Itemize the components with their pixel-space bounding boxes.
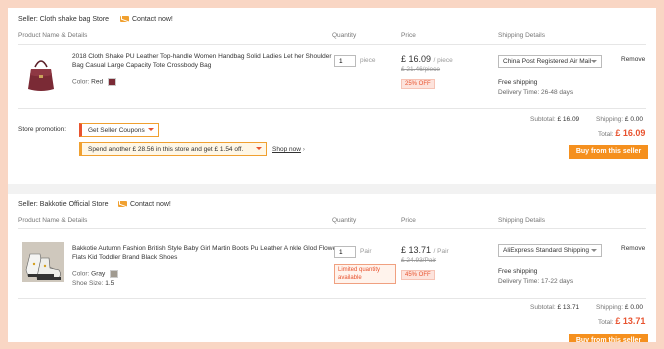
quantity-input[interactable]: [334, 246, 356, 258]
cart-frame: Seller: Cloth shake bag Store Contact no…: [8, 8, 656, 342]
shipping-cost-value: £ 0.00: [624, 116, 643, 123]
contact-now-label: Contact now!: [130, 201, 171, 208]
price-unit: / piece: [433, 57, 453, 64]
divider: [18, 298, 646, 299]
discount-badge: 45% OFF: [401, 270, 435, 280]
promotion-spend-dropdown[interactable]: Spend another £ 28.56 in this store and …: [79, 142, 267, 156]
total: Total: £ 13.71: [598, 316, 645, 326]
remove-link[interactable]: Remove: [621, 245, 645, 252]
shipping-cost-label: Shipping:: [596, 304, 624, 311]
color-swatch: [107, 78, 116, 86]
shipping-cost: Shipping: £ 0.00: [596, 304, 643, 311]
product-size: Shoe Size: 1.5: [72, 280, 114, 287]
shipping-method-select[interactable]: AliExpress Standard Shipping: [498, 244, 602, 257]
subtotal: Subtotal: £ 16.09: [530, 116, 579, 123]
buy-from-seller-button[interactable]: Buy from this seller: [569, 334, 648, 342]
remove-link[interactable]: Remove: [621, 56, 645, 63]
quantity-input[interactable]: [334, 55, 356, 67]
price-value: £ 16.09: [401, 54, 432, 64]
free-shipping: Free shipping: [498, 268, 538, 275]
product-title[interactable]: 2018 Cloth Shake PU Leather Top-handle W…: [72, 52, 342, 70]
divider: [18, 228, 646, 229]
shipping-cost-value: £ 0.00: [624, 304, 643, 311]
total: Total: £ 16.09: [598, 128, 645, 138]
header-quantity: Quantity: [332, 217, 357, 224]
shipping-method: China Post Registered Air Mail: [503, 58, 592, 65]
shipping-method-select[interactable]: China Post Registered Air Mail: [498, 55, 602, 68]
store-card-2: Seller: Bakkotie Official Store Contact …: [8, 194, 656, 342]
price-unit: / Pair: [433, 248, 449, 255]
subtotal-label: Subtotal:: [530, 304, 556, 311]
divider: [18, 44, 646, 45]
card-gap: [8, 184, 656, 194]
header-shipping: Shipping Details: [498, 32, 545, 39]
header-shipping: Shipping Details: [498, 217, 545, 224]
chevron-down-icon: [591, 60, 597, 63]
color-swatch: [110, 270, 119, 278]
delivery-time: Delivery Time: 26-48 days: [498, 89, 574, 96]
quantity-unit: piece: [360, 57, 376, 64]
total-value: £ 13.71: [615, 316, 646, 326]
coupon-label: Get Seller Coupons: [88, 127, 145, 134]
contact-now-link[interactable]: Contact now!: [120, 16, 173, 23]
discount-badge: 25% OFF: [401, 79, 435, 89]
price-value: £ 13.71: [401, 245, 432, 255]
shop-now-label: Shop now: [272, 146, 301, 153]
product-title[interactable]: Bakkotie Autumn Fashion British Style Ba…: [72, 244, 342, 262]
size-value: 1.5: [105, 280, 115, 287]
product-image-shoes[interactable]: [22, 242, 64, 282]
chevron-right-icon: ›: [302, 147, 305, 153]
subtotal-label: Subtotal:: [530, 116, 556, 123]
subtotal-value: £ 16.09: [557, 116, 580, 123]
product-color: Color: Red: [72, 78, 116, 86]
header-product: Product Name & Details: [18, 32, 88, 39]
subtotal-value: £ 13.71: [557, 304, 580, 311]
header-product: Product Name & Details: [18, 217, 88, 224]
divider: [18, 108, 646, 109]
color-label: Color:: [72, 78, 90, 86]
message-icon: [120, 16, 129, 23]
contact-now-link[interactable]: Contact now!: [118, 201, 171, 208]
quantity-unit: Pair: [360, 248, 372, 255]
header-quantity: Quantity: [332, 32, 357, 39]
chevron-down-icon: [148, 128, 154, 131]
unit-price: £ 16.09 / piece: [401, 54, 453, 64]
color-label: Color:: [72, 270, 90, 278]
color-value: Gray: [91, 270, 106, 278]
seller-name[interactable]: Seller: Bakkotie Official Store: [18, 201, 109, 208]
product-color: Color: Gray: [72, 270, 119, 278]
seller-name[interactable]: Seller: Cloth shake bag Store: [18, 16, 109, 23]
message-icon: [118, 201, 127, 208]
original-price: £ 24.93/Pair: [401, 257, 437, 264]
total-value: £ 16.09: [615, 128, 646, 138]
chevron-down-icon: [591, 249, 597, 252]
original-price: £ 21.46/piece: [401, 66, 441, 73]
limited-quantity-notice: Limited quantity available: [334, 264, 396, 284]
store-promotion-label: Store promotion:: [18, 126, 67, 133]
spend-text: Spend another £ 28.56 in this store and …: [88, 146, 244, 153]
total-label: Total:: [598, 319, 614, 326]
unit-price: £ 13.71 / Pair: [401, 245, 449, 255]
subtotal: Subtotal: £ 13.71: [530, 304, 579, 311]
free-shipping: Free shipping: [498, 79, 538, 86]
header-price: Price: [401, 32, 416, 39]
buy-from-seller-button[interactable]: Buy from this seller: [569, 145, 648, 159]
chevron-down-icon: [256, 147, 262, 150]
contact-now-label: Contact now!: [132, 16, 173, 23]
store-card-1: Seller: Cloth shake bag Store Contact no…: [8, 8, 656, 184]
shipping-cost: Shipping: £ 0.00: [596, 116, 643, 123]
color-value: Red: [91, 78, 104, 86]
shipping-cost-label: Shipping:: [596, 116, 624, 123]
size-label: Shoe Size:: [72, 280, 104, 287]
shop-now-link[interactable]: Shop now ›: [272, 146, 305, 153]
get-coupons-dropdown[interactable]: Get Seller Coupons: [79, 123, 159, 137]
header-price: Price: [401, 217, 416, 224]
product-image-handbag[interactable]: [26, 53, 56, 93]
delivery-time: Delivery Time: 17-22 days: [498, 278, 574, 285]
total-label: Total:: [598, 131, 614, 138]
shipping-method: AliExpress Standard Shipping: [503, 247, 589, 254]
